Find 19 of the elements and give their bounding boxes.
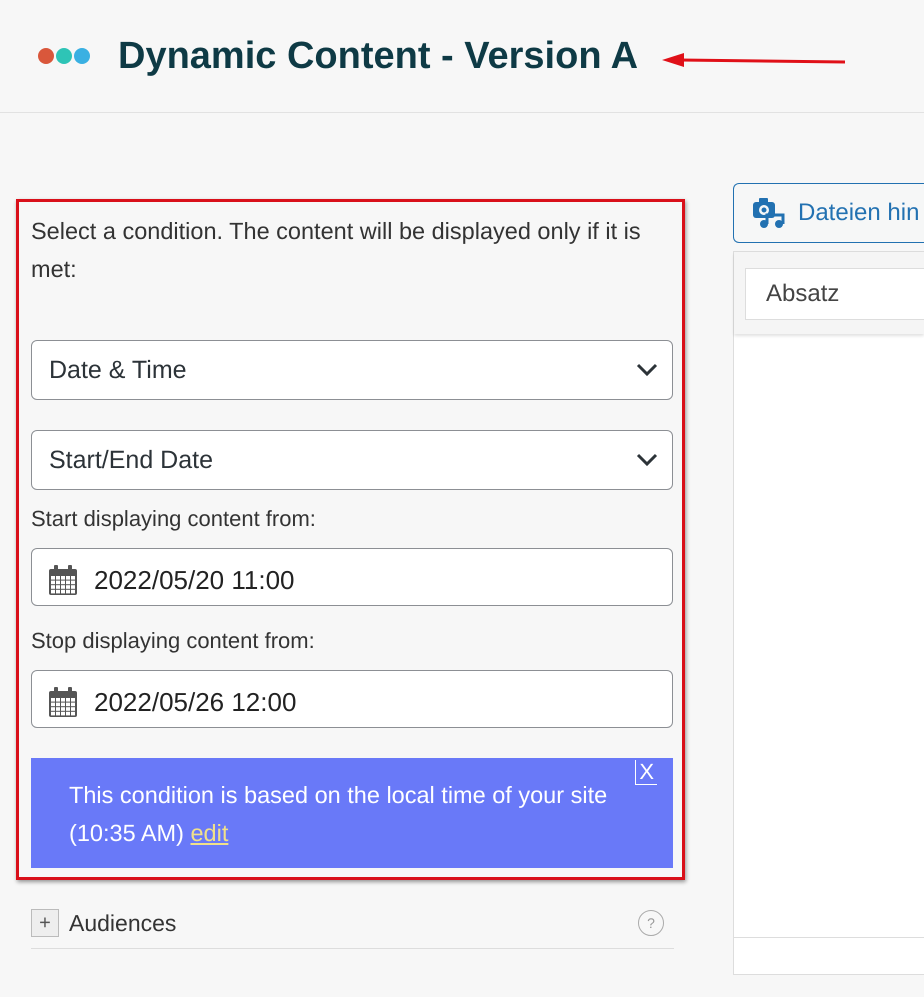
section-title: Audiences [69, 910, 178, 936]
add-media-button[interactable]: Dateien hin [733, 183, 924, 243]
date-input-field[interactable]: 2022/05/20 11:00 [31, 548, 673, 606]
instruction-text: Select a condition. The content will be displayed only if it is met: [31, 217, 642, 284]
notice-text: This condition is based on the local time of your site (10:35 AM) edit [69, 782, 608, 846]
chevron-down-icon [636, 363, 658, 377]
field-label: Start displaying content from: [31, 506, 317, 532]
camera-music-icon [752, 197, 786, 229]
condition-select[interactable]: Start/End Date [31, 430, 673, 490]
date-input-field[interactable]: 2022/05/26 12:00 [31, 670, 673, 728]
condition-select[interactable]: Date & Time [31, 340, 673, 400]
close-button[interactable]: X [635, 760, 657, 785]
calendar-icon [48, 564, 78, 596]
field-label: Stop displaying content from: [31, 628, 316, 654]
expand-button[interactable]: + [31, 909, 59, 937]
format-select[interactable]: Absatz [745, 268, 924, 320]
calendar-icon [48, 686, 78, 718]
chevron-down-icon [636, 453, 658, 467]
page-title: Dynamic Content - Version A [118, 34, 638, 78]
